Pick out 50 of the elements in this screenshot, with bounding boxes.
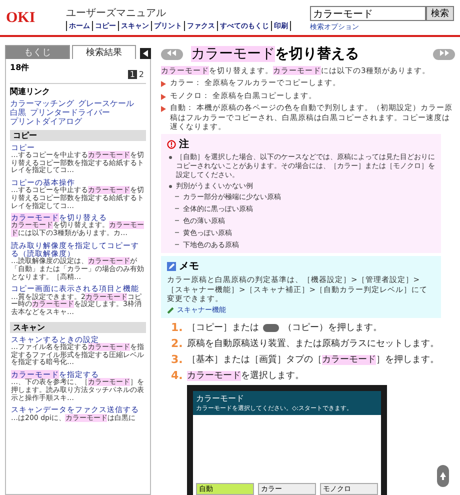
- fast-forward-icon: [439, 50, 449, 56]
- search-button[interactable]: 検索: [426, 6, 454, 21]
- step-text: ［基本］または［画質］タブの［カラーモード］を押します。: [186, 354, 439, 366]
- collapse-icon[interactable]: [140, 48, 151, 59]
- page-link[interactable]: 1: [128, 70, 137, 79]
- dash-icon: [175, 244, 179, 246]
- dash-icon: [175, 208, 179, 210]
- up-arrow-icon: [440, 472, 446, 480]
- related-link[interactable]: グレースケール: [78, 99, 134, 108]
- step-number: 4.: [171, 369, 183, 382]
- bullet-icon: [161, 94, 166, 100]
- page-title: カラーモードを切り替える: [190, 45, 360, 63]
- related-link[interactable]: カラーマッチング: [10, 99, 74, 108]
- section-heading: コピー: [10, 130, 146, 141]
- related-link[interactable]: 白黒: [10, 108, 26, 118]
- step-number: 2.: [171, 337, 183, 350]
- related-link[interactable]: プリントダイアログ: [10, 117, 82, 127]
- link-icon: [167, 306, 174, 314]
- rewind-icon: [167, 50, 177, 56]
- step-text: （コピー）を押します。: [282, 322, 382, 334]
- result-count: 18件: [10, 62, 30, 74]
- related-link[interactable]: プリンタードライバー: [30, 108, 110, 118]
- bullet-icon: [161, 81, 166, 88]
- pencil-icon: [167, 262, 176, 271]
- logo: OKI: [6, 9, 36, 27]
- section-heading: スキャン: [10, 322, 146, 333]
- previous-button[interactable]: [161, 48, 183, 60]
- scroll-top-button[interactable]: [437, 465, 449, 487]
- next-button[interactable]: [433, 48, 455, 60]
- step-number: 3.: [171, 353, 183, 366]
- step-text: 原稿を自動原稿送り装置、または原稿ガラスにセットします。: [186, 338, 439, 350]
- step-text: カラーモードを選択します。: [186, 370, 304, 382]
- dialog-title: カラーモード: [196, 393, 245, 404]
- dash-icon: [175, 232, 179, 234]
- search-field[interactable]: カラーモード: [310, 6, 426, 21]
- sidebar-tab[interactable]: 検索結果: [72, 45, 136, 59]
- dash-icon: [175, 196, 179, 198]
- bullet-icon: [169, 184, 172, 188]
- bullet-icon: [169, 156, 172, 160]
- bullet-icon: [161, 106, 166, 112]
- related-links-heading: 関連リンク: [10, 86, 51, 97]
- step-number: 1.: [171, 321, 183, 334]
- memo-title: メモ: [179, 260, 199, 274]
- step-text: ［コピー］または: [186, 322, 259, 334]
- copy-key-icon: [262, 324, 279, 332]
- note-title: 注: [179, 137, 189, 152]
- page-link[interactable]: 2: [136, 70, 146, 79]
- manual-title: ユーザーズマニュアル: [66, 7, 167, 20]
- dash-icon: [175, 220, 179, 222]
- warning-icon: [167, 140, 176, 149]
